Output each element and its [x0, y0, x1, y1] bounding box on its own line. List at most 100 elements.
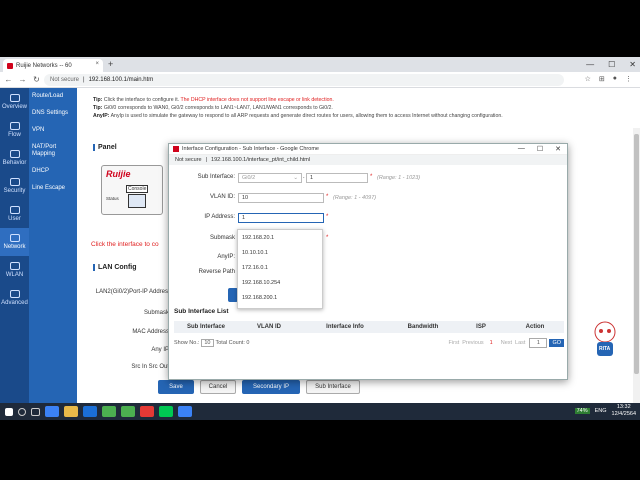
console-label: Console [126, 185, 149, 193]
page-size-select[interactable]: 10 [201, 339, 214, 347]
secondary-ip-button[interactable]: Secondary IP [242, 380, 300, 394]
profile-icon[interactable]: ● [613, 75, 617, 83]
anyip-label: AnyIP: [217, 254, 235, 260]
autocomplete-option[interactable]: 192.168.200.1 [238, 290, 322, 305]
menu-icon[interactable]: ⋮ [625, 75, 632, 83]
forward-icon[interactable]: → [17, 75, 28, 84]
sidebar-item-label: Behavior [2, 160, 27, 166]
sidebar-item-label: Overview [1, 104, 27, 110]
start-icon[interactable] [5, 407, 13, 416]
col-bandwidth: Bandwidth [407, 324, 439, 330]
rita-mascot[interactable]: RITA [592, 318, 618, 360]
sidebar-item-advanced[interactable]: Advanced [0, 284, 29, 312]
popup-maximize-button[interactable]: ☐ [537, 145, 543, 153]
sidebar-item-security[interactable]: Security [0, 172, 29, 200]
close-window-button[interactable]: ✕ [629, 60, 636, 69]
new-tab-button[interactable]: + [108, 59, 113, 69]
maximize-button[interactable]: ☐ [608, 60, 615, 69]
autocomplete-option[interactable]: 10.10.10.1 [238, 245, 322, 260]
sidebar-item-overview[interactable]: Overview [0, 88, 29, 116]
line-icon[interactable] [159, 406, 173, 417]
chevron-down-icon: ⌄ [293, 175, 298, 181]
submask-label: Submask [209, 235, 235, 241]
popup-close-button[interactable]: ✕ [555, 145, 561, 153]
search-icon[interactable] [18, 407, 26, 416]
sidebar-sub-dhcp[interactable]: DHCP [29, 163, 77, 180]
sidebar-item-wlan[interactable]: WLAN [0, 256, 29, 284]
sidebar-sub-route-load[interactable]: Route/Load [29, 88, 77, 105]
sidebar-item-user[interactable]: User [0, 200, 29, 228]
bottom-bezel [0, 420, 640, 480]
page-number-input[interactable]: 1 [529, 338, 548, 348]
ethernet-port-icon[interactable] [128, 194, 146, 208]
sidebar-item-flow[interactable]: Flow [0, 116, 29, 144]
sidebar-item-behavior[interactable]: Behavior [0, 144, 29, 172]
back-icon[interactable]: ← [3, 75, 14, 84]
ruijie-favicon-icon [7, 62, 13, 69]
app-icon[interactable] [140, 406, 154, 417]
sidebar-sub-line-escape[interactable]: Line Escape [29, 180, 77, 197]
popup-security[interactable]: Not secure [175, 157, 202, 163]
browser-tab[interactable]: Ruijie Networks -- 60 × [3, 59, 103, 72]
sidebar-sub-nat[interactable]: NAT/Port Mapping [29, 139, 77, 163]
extensions-icon[interactable]: ⊞ [599, 75, 605, 83]
table-header: Sub Interface VLAN ID Interface Info Ban… [174, 321, 564, 333]
sub-interface-button[interactable]: Sub Interface [306, 380, 360, 394]
clock[interactable]: 13:32 12/4/2564 [612, 404, 636, 418]
sidebar-item-label: Flow [8, 132, 21, 138]
required-marker: * [326, 194, 329, 200]
battery-indicator[interactable]: 74% [574, 408, 590, 414]
first-page-link[interactable]: First [449, 340, 460, 346]
sidebar-item-label: Advanced [1, 300, 28, 306]
shield-icon [9, 178, 20, 186]
device-panel[interactable]: Ruijie Console Status [101, 165, 163, 215]
folder-icon[interactable] [64, 406, 78, 417]
last-page-link[interactable]: Last [515, 340, 525, 346]
sidebar-sub-vpn[interactable]: VPN [29, 122, 77, 139]
autocomplete-option[interactable]: 172.16.0.1 [238, 260, 322, 275]
go-button[interactable]: GO [549, 339, 564, 347]
popup-minimize-button[interactable]: — [518, 145, 525, 153]
flow-icon [9, 122, 20, 130]
show-label: Show No.: [174, 340, 200, 346]
security-indicator[interactable]: Not secure [50, 77, 79, 83]
cancel-button[interactable]: Cancel [200, 380, 236, 394]
reload-icon[interactable]: ↻ [31, 75, 42, 84]
required-marker: * [326, 235, 329, 241]
app-icon[interactable] [178, 406, 192, 417]
wifi-icon [9, 262, 20, 270]
main-scrollbar[interactable] [633, 128, 640, 403]
next-page-link[interactable]: Next [501, 340, 512, 346]
panel-title: Panel [93, 144, 117, 151]
minimize-button[interactable]: — [586, 60, 594, 69]
lang-indicator[interactable]: ENG [595, 408, 607, 414]
autocomplete-option[interactable]: 192.168.10.254 [238, 275, 322, 290]
url-input[interactable]: Not secure | 192.168.100.1/main.htm [44, 74, 564, 86]
tab-close-icon[interactable]: × [95, 61, 99, 67]
current-page: 1 [489, 340, 493, 346]
wechat-icon[interactable] [121, 406, 135, 417]
chrome-icon[interactable] [102, 406, 116, 417]
vlan-id-label: VLAN ID: [209, 194, 235, 200]
sub-interface-popup: Interface Configuration - Sub Interface … [168, 143, 568, 380]
sidebar-item-label: WLAN [5, 272, 24, 278]
ip-address-input[interactable]: 1 [238, 213, 324, 223]
sidebar-sub-dns[interactable]: DNS Settings [29, 105, 77, 122]
vlan-id-input[interactable]: 10 [238, 193, 324, 203]
required-marker: * [326, 214, 329, 220]
network-icon [9, 234, 20, 242]
sidebar-item-network[interactable]: Network [0, 228, 29, 256]
sub-interface-select[interactable]: Gi0/2 ⌄ [238, 173, 302, 183]
sub-interface-number-input[interactable]: 1 [306, 173, 368, 183]
previous-page-link[interactable]: Previous [462, 340, 483, 346]
autocomplete-option[interactable]: 192.168.20.1 [238, 230, 322, 245]
star-icon[interactable]: ☆ [585, 75, 591, 83]
save-button[interactable]: Save [158, 380, 194, 394]
submask-label: Submask [143, 310, 169, 316]
task-view-icon[interactable] [31, 407, 40, 416]
edge-icon[interactable] [83, 406, 97, 417]
address-bar: ← → ↻ Not secure | 192.168.100.1/main.ht… [0, 72, 640, 88]
src-in-src-out-label: Src In Src Out [131, 364, 169, 370]
app-icon[interactable] [45, 406, 59, 417]
col-interface-info: Interface Info [326, 324, 364, 330]
